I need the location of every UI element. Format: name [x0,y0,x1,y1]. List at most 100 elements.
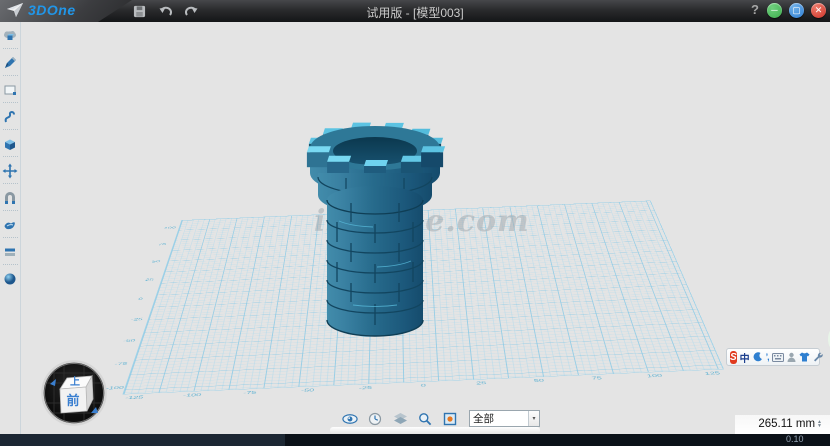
filter-combobox[interactable]: 全部 ▾ [469,410,540,427]
maximize-button[interactable]: ▢ [789,3,804,18]
titlebar-tools [130,3,200,19]
sidebar-separator [3,183,18,184]
sidebar-item-feature-modeling[interactable] [2,135,19,152]
titlebar: 3DOne 试用 [0,0,830,22]
bottom-bar-segment [0,434,285,446]
model-castle-tower[interactable] [293,115,463,345]
window-controls: ─ ▢ ✕ [767,3,826,18]
visibility-eye-button[interactable] [342,411,358,427]
sidebar-item-material-texture[interactable] [2,243,19,260]
grid-tick-label: 50 [151,260,160,263]
pencil-icon [2,55,18,71]
cloud-shapes-icon [2,28,18,44]
rectangle-sketch-icon [2,82,18,98]
toolbar-shadow [330,427,540,434]
move-arrows-icon [2,163,18,179]
zoom-search-button[interactable] [417,411,433,427]
ime-language-toggle[interactable]: 中 [740,350,750,365]
sidebar-separator [3,129,18,130]
save-button[interactable] [130,3,148,19]
undo-icon [158,5,173,18]
sidebar-item-render[interactable] [2,270,19,287]
filter-value: 全部 [470,411,528,426]
sidebar-item-special-function[interactable] [2,108,19,125]
app-name: 3DOne [28,2,76,18]
help-button[interactable]: ? [748,2,762,17]
sidebar-item-basic-edit[interactable] [2,162,19,179]
ime-user-icon[interactable] [787,352,796,362]
grid-tick-label: 0 [138,297,144,301]
minimize-button[interactable]: ─ [767,3,782,18]
grid-tick-label: 100 [646,373,663,378]
measurement-value: 265.11 mm [758,418,815,430]
view-cube-front-label: 前 [66,393,79,408]
grid-tick-label: -75 [114,361,128,366]
magnifier-icon [418,412,432,426]
sidebar-separator [3,237,18,238]
grid-tick-label: 25 [145,278,155,282]
paper-plane-icon [7,3,24,18]
bird-icon [2,217,18,233]
layers-button[interactable] [392,411,408,427]
document-title: 试用版 - [模型003] [366,4,463,21]
sidebar-item-prefab-shapes[interactable] [2,27,19,44]
grid-tick-label: 75 [591,376,602,381]
grid-tick-label: 125 [704,371,721,376]
spinner-control[interactable]: ▲▼ [817,420,822,428]
material-bars-icon [2,244,18,260]
ime-skin-shirt-icon[interactable] [799,352,810,362]
layers-icon [393,412,408,425]
ime-wrench-icon[interactable] [813,352,823,362]
ime-toolbar: S 中 ’, [726,348,820,366]
ime-keyboard-icon[interactable] [772,353,784,362]
redo-icon [184,5,199,18]
left-toolbar [0,22,21,434]
3done-window: 3DOne 试用 [0,0,830,446]
save-icon [133,5,146,18]
grid-tick-label: 25 [476,381,487,386]
grid-tick-label: 0 [421,383,426,388]
grid-tick-label: 100 [164,226,177,229]
grid-tick-label: -100 [182,392,201,397]
viewport-3d[interactable]: -125 -100 -75 -50 -25 0 25 50 75 100 125 100 75 50 25 0… [22,22,830,434]
sidebar-item-sketch-edit[interactable] [2,81,19,98]
sidebar-separator [3,102,18,103]
clock-icon [368,412,382,426]
eye-icon [342,413,358,425]
view-cube-top-label: 上 [70,375,80,388]
bottom-toolbar: 全部 ▾ [342,410,540,427]
sidebar-item-sketch-draw[interactable] [2,54,19,71]
redo-button[interactable] [182,3,200,19]
view-cube-widget[interactable]: 上 前 [39,358,109,428]
sidebar-separator [3,156,18,157]
grid-tick-label: -25 [130,317,143,321]
combobox-dropdown-button[interactable]: ▾ [528,411,539,426]
grid-tick-label: -125 [124,395,144,400]
ime-punctuation-toggle[interactable]: ’, [766,352,769,362]
close-button[interactable]: ✕ [811,3,826,18]
history-clock-button[interactable] [367,411,383,427]
render-sphere-icon [2,271,18,287]
ime-moon-icon[interactable] [753,352,763,362]
sidebar-separator [3,210,18,211]
grid-tick-label: -50 [301,388,315,393]
grid-tick-label: 50 [534,378,545,383]
grid-tick-label: -75 [243,390,257,395]
sidebar-separator [3,48,18,49]
magnet-icon [2,190,18,206]
curve-icon [2,109,18,125]
sidebar-item-special-modeling[interactable] [2,216,19,233]
bottom-bar: 0.10 [0,434,830,446]
ime-logo-icon[interactable]: S [730,351,737,364]
undo-button[interactable] [156,3,174,19]
app-logo: 3DOne [7,2,76,18]
sidebar-separator [3,75,18,76]
cube-icon [2,136,18,152]
grid-tick-label: -25 [359,385,372,390]
partial-value: 0.10 [786,434,804,444]
grid-tick-label: 75 [158,243,167,246]
sidebar-separator [3,264,18,265]
sidebar-item-combine-edit[interactable] [2,189,19,206]
measurement-readout: 265.11 mm ▲▼ [758,418,822,430]
snapshot-button[interactable] [442,411,458,427]
